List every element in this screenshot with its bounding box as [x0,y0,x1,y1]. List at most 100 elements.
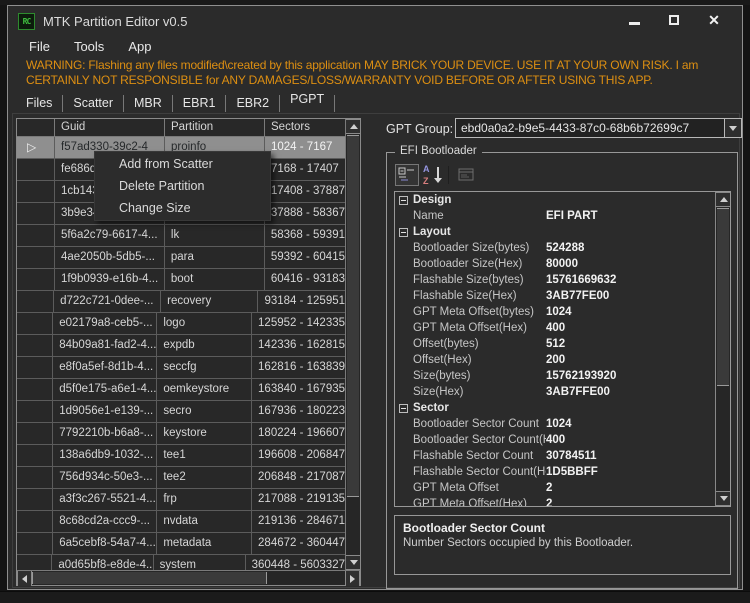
sectors-cell[interactable]: 162816 - 163839 [252,357,345,378]
scroll-down-button[interactable] [346,555,360,570]
row-selector[interactable] [17,357,54,378]
table-row[interactable]: 84b09a81-fad2-4... expdb 142336 - 162815 [17,335,345,357]
scroll-left-button[interactable] [17,571,32,586]
property-value[interactable]: 400 [546,434,565,446]
property-value[interactable]: 524288 [546,242,584,254]
table-row[interactable]: 4ae2050b-5db5-... para 59392 - 60415 [17,247,345,269]
gpt-group-combobox[interactable]: ebd0a0a2-b9e5-4433-87c0-68b6b72699c7 [455,118,742,138]
sectors-cell[interactable]: 180224 - 196607 [252,423,345,444]
sectors-cell[interactable]: 60416 - 93183 [265,269,345,290]
property-row[interactable]: Bootloader Size(Hex) 80000 [395,256,715,272]
partition-cell[interactable]: boot [165,269,265,290]
combo-dropdown-button[interactable] [724,119,741,137]
scroll-up-button[interactable] [716,192,730,207]
property-row[interactable]: Flashable Sector Count(Hex 1D5BBFF [395,464,715,480]
property-row[interactable]: Layout [395,224,715,240]
maximize-button[interactable] [654,8,694,32]
guid-cell[interactable]: e02179a8-ceb5-... [53,313,158,334]
menu-item[interactable]: File [26,37,53,56]
property-value[interactable]: 15761669632 [546,274,616,286]
partition-cell[interactable]: seccfg [157,357,253,378]
property-value[interactable]: 1024 [546,306,572,318]
tab[interactable]: Files [16,93,62,114]
table-row[interactable]: a0d65bf8-e8de-4... system 360448 - 56033… [17,555,345,570]
sectors-cell[interactable]: 284672 - 360447 [252,533,345,554]
table-row[interactable]: d722c721-0dee-... recovery 93184 - 12595… [17,291,345,313]
guid-cell[interactable]: a3f3c267-5521-4... [53,489,158,510]
property-value[interactable]: EFI PART [546,210,598,222]
column-header-sectors[interactable]: Sectors [265,119,345,136]
sectors-cell[interactable]: 142336 - 162815 [252,335,345,356]
scrollbar-thumb[interactable] [347,135,359,497]
property-row[interactable]: Flashable Sector Count 30784511 [395,448,715,464]
context-menu-item[interactable]: Add from Scatter [95,153,270,175]
row-selector[interactable] [17,159,55,180]
sectors-cell[interactable]: 17408 - 37887 [265,181,345,202]
table-row[interactable]: a3f3c267-5521-4... frp 217088 - 219135 [17,489,345,511]
menu-item[interactable]: App [125,37,154,56]
tab[interactable]: EBR2 [226,93,279,114]
table-row[interactable]: 7792210b-b6a8-... keystore 180224 - 1966… [17,423,345,445]
sectors-cell[interactable]: 37888 - 58367 [265,203,345,224]
sectors-cell[interactable]: 59392 - 60415 [265,247,345,268]
row-selector[interactable] [17,401,54,422]
property-value[interactable]: 2 [546,498,552,506]
property-row[interactable]: Sector [395,400,715,416]
guid-cell[interactable]: 1f9b0939-e16b-4... [55,269,165,290]
guid-cell[interactable]: 6a5cebf8-54a7-4... [53,533,158,554]
property-row[interactable]: Size(bytes) 15762193920 [395,368,715,384]
scrollbar-track[interactable] [267,571,345,585]
context-menu-item[interactable]: Delete Partition [95,175,270,197]
sectors-cell[interactable]: 1024 - 7167 [265,137,345,158]
tab[interactable]: PGPT [280,89,334,110]
row-selector[interactable] [17,269,55,290]
sectors-cell[interactable]: 360448 - 5603327 [246,555,345,570]
property-row[interactable]: Bootloader Sector Count 1024 [395,416,715,432]
guid-cell[interactable]: d5f0e175-a6e1-4... [53,379,158,400]
sectors-cell[interactable]: 196608 - 206847 [252,445,345,466]
row-selector[interactable] [17,203,55,224]
sectors-cell[interactable]: 58368 - 59391 [265,225,345,246]
property-row[interactable]: GPT Meta Offset 2 [395,480,715,496]
sectors-cell[interactable]: 93184 - 125951 [258,291,345,312]
partition-cell[interactable]: keystore [157,423,253,444]
table-row[interactable]: 5f6a2c79-6617-4... lk 58368 - 59391 [17,225,345,247]
partition-cell[interactable]: para [165,247,265,268]
property-row[interactable]: Name EFI PART [395,208,715,224]
guid-cell[interactable]: a0d65bf8-e8de-4... [52,555,154,570]
property-pages-button[interactable] [454,164,478,186]
property-row[interactable]: GPT Meta Offset(bytes) 1024 [395,304,715,320]
table-row[interactable]: 1f9b0939-e16b-4... boot 60416 - 93183 [17,269,345,291]
collapse-icon[interactable] [399,403,408,413]
row-selector[interactable] [17,467,54,488]
guid-cell[interactable]: e8f0a5ef-8d1b-4... [53,357,158,378]
property-value[interactable]: 15762193920 [546,370,616,382]
property-row[interactable]: Offset(Hex) 200 [395,352,715,368]
row-selector[interactable] [17,313,54,334]
title-bar[interactable]: RC MTK Partition Editor v0.5 [8,6,742,34]
property-value[interactable]: 1D5BBFF [546,466,598,478]
guid-cell[interactable]: 8c68cd2a-ccc9-... [53,511,158,532]
guid-cell[interactable]: 7792210b-b6a8-... [53,423,158,444]
property-row[interactable]: Flashable Size(bytes) 15761669632 [395,272,715,288]
scroll-right-button[interactable] [345,571,360,586]
property-value[interactable]: 2 [546,482,552,494]
property-row[interactable]: Bootloader Size(bytes) 524288 [395,240,715,256]
table-horizontal-scrollbar[interactable] [17,570,360,586]
row-selector[interactable] [17,291,55,312]
property-row[interactable]: Bootloader Sector Count(He 400 [395,432,715,448]
row-selector[interactable] [17,533,54,554]
sectors-cell[interactable]: 206848 - 217087 [252,467,345,488]
row-selector[interactable] [17,423,54,444]
partition-cell[interactable]: logo [157,313,253,334]
partition-cell[interactable]: secro [157,401,253,422]
sectors-cell[interactable]: 125952 - 142335 [252,313,345,334]
menu-item[interactable]: Tools [71,37,107,56]
property-value[interactable]: 200 [546,354,565,366]
partition-cell[interactable]: system [154,555,246,570]
scrollbar-thumb[interactable] [32,572,267,584]
table-row[interactable]: 8c68cd2a-ccc9-... nvdata 219136 - 284671 [17,511,345,533]
collapse-icon[interactable] [399,195,408,205]
property-value[interactable]: 1024 [546,418,572,430]
row-selector[interactable] [17,445,54,466]
